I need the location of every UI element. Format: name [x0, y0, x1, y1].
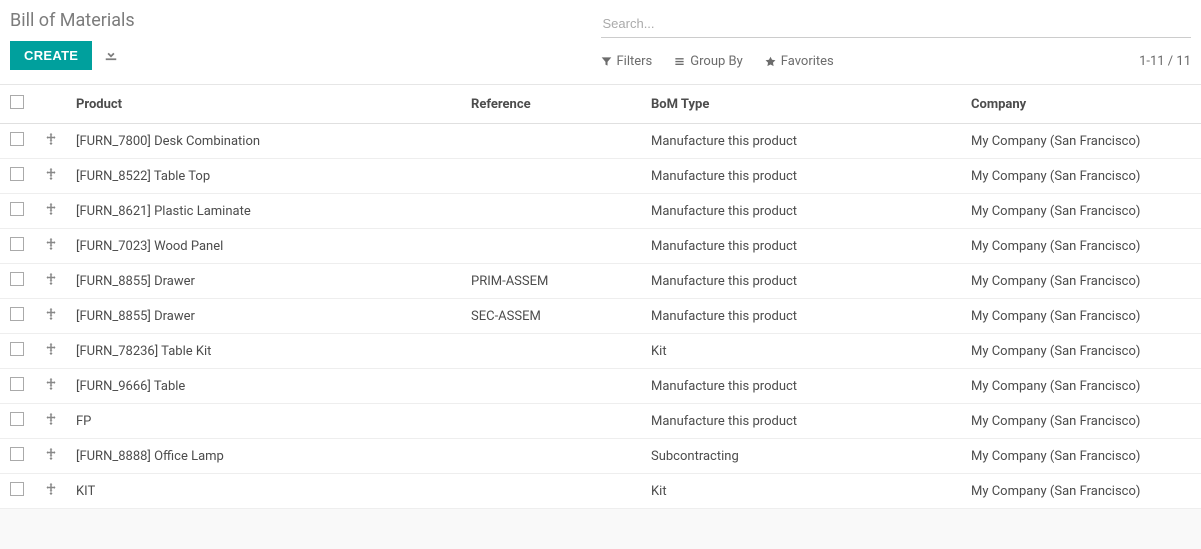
- drag-handle-icon[interactable]: [45, 413, 57, 425]
- cell-company: My Company (San Francisco): [963, 264, 1201, 299]
- create-button[interactable]: CREATE: [10, 41, 92, 70]
- table-row[interactable]: [FURN_9666] Table Manufacture this produc…: [0, 369, 1201, 404]
- cell-bomtype: Manufacture this product: [643, 194, 963, 229]
- table-row[interactable]: [FURN_8855] DrawerPRIM-ASSEMManufacture …: [0, 264, 1201, 299]
- cell-product: [FURN_8888] Office Lamp: [68, 439, 463, 474]
- drag-handle-icon[interactable]: [45, 448, 57, 460]
- favorites-label: Favorites: [781, 54, 834, 69]
- cell-product: [FURN_8855] Drawer: [68, 264, 463, 299]
- drag-handle-icon[interactable]: [45, 168, 57, 180]
- cell-reference: SEC-ASSEM: [463, 299, 643, 334]
- col-company[interactable]: Company: [963, 85, 1201, 124]
- cell-reference: [463, 194, 643, 229]
- table-row[interactable]: [FURN_7023] Wood Panel Manufacture this p…: [0, 229, 1201, 264]
- groupby-label: Group By: [690, 54, 743, 69]
- cell-company: My Company (San Francisco): [963, 474, 1201, 509]
- drag-handle-icon[interactable]: [45, 238, 57, 250]
- col-product[interactable]: Product: [68, 85, 463, 124]
- cell-product: [FURN_8621] Plastic Laminate: [68, 194, 463, 229]
- table-row[interactable]: [FURN_8522] Table Top Manufacture this pr…: [0, 159, 1201, 194]
- table-row[interactable]: KIT KitMy Company (San Francisco): [0, 474, 1201, 509]
- cell-product: [FURN_78236] Table Kit: [68, 334, 463, 369]
- pager[interactable]: 1-11 / 11: [1139, 54, 1191, 69]
- table-row[interactable]: [FURN_8888] Office Lamp SubcontractingMy …: [0, 439, 1201, 474]
- cell-bomtype: Manufacture this product: [643, 369, 963, 404]
- cell-product: FP: [68, 404, 463, 439]
- drag-handle-icon[interactable]: [45, 343, 57, 355]
- favorites-button[interactable]: Favorites: [765, 54, 834, 69]
- cell-company: My Company (San Francisco): [963, 404, 1201, 439]
- cell-product: [FURN_8855] Drawer: [68, 299, 463, 334]
- page-title: Bill of Materials: [10, 10, 601, 31]
- select-all-checkbox[interactable]: [10, 95, 24, 109]
- cell-company: My Company (San Francisco): [963, 159, 1201, 194]
- row-checkbox[interactable]: [10, 307, 24, 321]
- download-icon[interactable]: [104, 47, 118, 65]
- col-bomtype[interactable]: BoM Type: [643, 85, 963, 124]
- cell-reference: [463, 159, 643, 194]
- row-checkbox[interactable]: [10, 132, 24, 146]
- cell-reference: [463, 369, 643, 404]
- table-row[interactable]: [FURN_7800] Desk Combination Manufacture …: [0, 124, 1201, 159]
- drag-handle-icon[interactable]: [45, 308, 57, 320]
- cell-company: My Company (San Francisco): [963, 194, 1201, 229]
- row-checkbox[interactable]: [10, 447, 24, 461]
- row-checkbox[interactable]: [10, 167, 24, 181]
- cell-reference: [463, 474, 643, 509]
- cell-bomtype: Manufacture this product: [643, 159, 963, 194]
- row-checkbox[interactable]: [10, 202, 24, 216]
- drag-handle-icon[interactable]: [45, 133, 57, 145]
- cell-product: [FURN_7023] Wood Panel: [68, 229, 463, 264]
- cell-bomtype: Subcontracting: [643, 439, 963, 474]
- cell-company: My Company (San Francisco): [963, 229, 1201, 264]
- cell-product: KIT: [68, 474, 463, 509]
- cell-reference: [463, 334, 643, 369]
- cell-product: [FURN_7800] Desk Combination: [68, 124, 463, 159]
- filters-label: Filters: [617, 54, 653, 69]
- cell-bomtype: Manufacture this product: [643, 229, 963, 264]
- row-checkbox[interactable]: [10, 412, 24, 426]
- cell-bomtype: Manufacture this product: [643, 264, 963, 299]
- table-row[interactable]: FP Manufacture this productMy Company (Sa…: [0, 404, 1201, 439]
- bom-table: Product Reference BoM Type Company [FURN…: [0, 85, 1201, 509]
- cell-bomtype: Kit: [643, 334, 963, 369]
- cell-reference: [463, 124, 643, 159]
- cell-product: [FURN_8522] Table Top: [68, 159, 463, 194]
- cell-product: [FURN_9666] Table: [68, 369, 463, 404]
- cell-reference: [463, 439, 643, 474]
- cell-company: My Company (San Francisco): [963, 334, 1201, 369]
- cell-bomtype: Manufacture this product: [643, 124, 963, 159]
- drag-handle-icon[interactable]: [45, 483, 57, 495]
- cell-reference: PRIM-ASSEM: [463, 264, 643, 299]
- col-reference[interactable]: Reference: [463, 85, 643, 124]
- row-checkbox[interactable]: [10, 237, 24, 251]
- cell-company: My Company (San Francisco): [963, 439, 1201, 474]
- cell-company: My Company (San Francisco): [963, 369, 1201, 404]
- cell-company: My Company (San Francisco): [963, 124, 1201, 159]
- table-row[interactable]: [FURN_8855] DrawerSEC-ASSEMManufacture t…: [0, 299, 1201, 334]
- row-checkbox[interactable]: [10, 377, 24, 391]
- drag-handle-icon[interactable]: [45, 378, 57, 390]
- table-row[interactable]: [FURN_78236] Table Kit KitMy Company (San…: [0, 334, 1201, 369]
- cell-reference: [463, 404, 643, 439]
- cell-bomtype: Kit: [643, 474, 963, 509]
- row-checkbox[interactable]: [10, 482, 24, 496]
- cell-company: My Company (San Francisco): [963, 299, 1201, 334]
- row-checkbox[interactable]: [10, 342, 24, 356]
- row-checkbox[interactable]: [10, 272, 24, 286]
- filters-button[interactable]: Filters: [601, 54, 653, 69]
- search-input[interactable]: [601, 10, 1192, 38]
- table-row[interactable]: [FURN_8621] Plastic Laminate Manufacture …: [0, 194, 1201, 229]
- drag-handle-icon[interactable]: [45, 273, 57, 285]
- drag-handle-icon[interactable]: [45, 203, 57, 215]
- groupby-button[interactable]: Group By: [674, 54, 743, 69]
- cell-reference: [463, 229, 643, 264]
- cell-bomtype: Manufacture this product: [643, 404, 963, 439]
- cell-bomtype: Manufacture this product: [643, 299, 963, 334]
- footer-spacer: [0, 509, 1201, 549]
